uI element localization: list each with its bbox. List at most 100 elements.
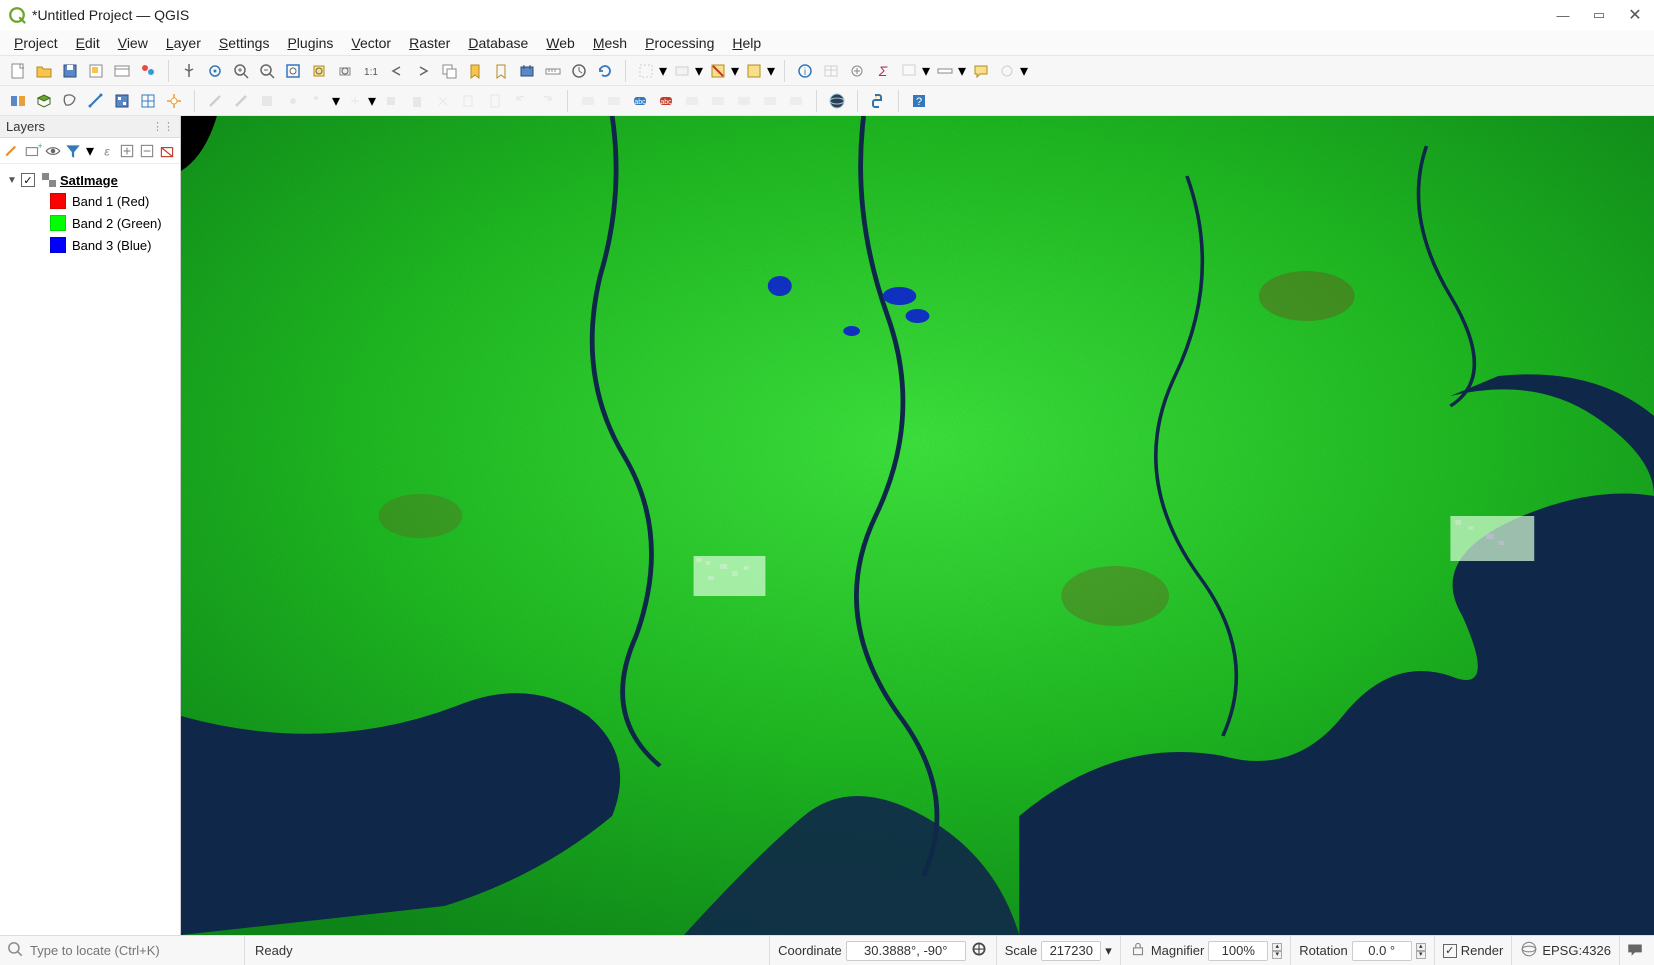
- remove-layer-icon[interactable]: [158, 142, 176, 160]
- band-row[interactable]: Band 2 (Green): [6, 212, 176, 234]
- menu-project[interactable]: Project: [6, 33, 66, 53]
- expression-filter-icon[interactable]: ε: [98, 142, 116, 160]
- band-row[interactable]: Band 3 (Blue): [6, 234, 176, 256]
- select-features-dropdown[interactable]: ▾: [658, 59, 668, 83]
- band-row[interactable]: Band 1 (Red): [6, 190, 176, 212]
- select-by-value-button[interactable]: [670, 59, 694, 83]
- rotation-value[interactable]: 0.0 °: [1352, 941, 1412, 961]
- maximize-button[interactable]: ▭: [1592, 8, 1606, 22]
- new-bookmark-button[interactable]: [463, 59, 487, 83]
- deselect-button[interactable]: [706, 59, 730, 83]
- labeling-rules-button[interactable]: abc: [654, 89, 678, 113]
- map-tips-dropdown[interactable]: ▾: [921, 59, 931, 83]
- new-print-layout-button[interactable]: [84, 59, 108, 83]
- toggle-extents-icon[interactable]: [970, 940, 988, 961]
- expand-all-icon[interactable]: [118, 142, 136, 160]
- minimize-button[interactable]: —: [1556, 8, 1570, 22]
- new-gps-button[interactable]: [162, 89, 186, 113]
- open-attribute-table-button[interactable]: [819, 59, 843, 83]
- filter-legend-icon[interactable]: [64, 142, 82, 160]
- measure-line-button[interactable]: [933, 59, 957, 83]
- statistics-button[interactable]: Σ: [871, 59, 895, 83]
- select-all-dropdown[interactable]: ▾: [766, 59, 776, 83]
- crs-label[interactable]: EPSG:4326: [1542, 943, 1611, 958]
- help-button[interactable]: ?: [907, 89, 931, 113]
- python-console-button[interactable]: [866, 89, 890, 113]
- measure-button[interactable]: [541, 59, 565, 83]
- select-features-button[interactable]: [634, 59, 658, 83]
- rotation-up-button[interactable]: ▴: [1416, 943, 1426, 951]
- metasearch-button[interactable]: [825, 89, 849, 113]
- new-shapefile-button[interactable]: [58, 89, 82, 113]
- map-tips-button[interactable]: [897, 59, 921, 83]
- annotation-button[interactable]: [995, 59, 1019, 83]
- new-virtual-layer-button[interactable]: [110, 89, 134, 113]
- pan-button[interactable]: [177, 59, 201, 83]
- menu-processing[interactable]: Processing: [637, 33, 722, 53]
- magnifier-up-button[interactable]: ▴: [1272, 943, 1282, 951]
- crs-icon[interactable]: [1520, 940, 1538, 961]
- refresh-button[interactable]: [593, 59, 617, 83]
- zoom-in-button[interactable]: [229, 59, 253, 83]
- pan-to-selection-button[interactable]: [203, 59, 227, 83]
- scale-dropdown-icon[interactable]: ▾: [1105, 943, 1112, 959]
- open-project-button[interactable]: [32, 59, 56, 83]
- close-button[interactable]: ✕: [1628, 8, 1642, 22]
- zoom-native-button[interactable]: 1:1: [359, 59, 383, 83]
- layer-visibility-checkbox[interactable]: ✓: [21, 173, 35, 187]
- filter-legend-caret-icon[interactable]: ▾: [84, 142, 96, 160]
- new-project-button[interactable]: [6, 59, 30, 83]
- temporal-controller-button[interactable]: [515, 59, 539, 83]
- menu-settings[interactable]: Settings: [211, 33, 278, 53]
- locator-input[interactable]: [30, 943, 238, 958]
- select-all-button[interactable]: [742, 59, 766, 83]
- deselect-dropdown[interactable]: ▾: [730, 59, 740, 83]
- menu-help[interactable]: Help: [724, 33, 769, 53]
- collapse-icon[interactable]: ▼: [6, 175, 18, 186]
- menu-layer[interactable]: Layer: [158, 33, 209, 53]
- measure-line-dropdown[interactable]: ▾: [957, 59, 967, 83]
- zoom-out-button[interactable]: [255, 59, 279, 83]
- render-checkbox[interactable]: ✓: [1443, 944, 1457, 958]
- manage-visibility-icon[interactable]: [44, 142, 62, 160]
- layers-panel-undock-icon[interactable]: ⋮⋮: [152, 120, 174, 133]
- style-manager-button[interactable]: [136, 59, 160, 83]
- scale-value[interactable]: 217230: [1041, 941, 1101, 961]
- menu-vector[interactable]: Vector: [343, 33, 399, 53]
- map-canvas[interactable]: [181, 116, 1654, 935]
- menu-view[interactable]: View: [110, 33, 156, 53]
- rotation-down-button[interactable]: ▾: [1416, 951, 1426, 959]
- zoom-full-button[interactable]: [281, 59, 305, 83]
- lock-icon[interactable]: [1129, 940, 1147, 961]
- menu-edit[interactable]: Edit: [68, 33, 108, 53]
- add-group-icon[interactable]: +: [24, 142, 42, 160]
- menu-plugins[interactable]: Plugins: [279, 33, 341, 53]
- annotation-dropdown[interactable]: ▾: [1019, 59, 1029, 83]
- zoom-last-button[interactable]: [385, 59, 409, 83]
- new-map-view-button[interactable]: [437, 59, 461, 83]
- zoom-next-button[interactable]: [411, 59, 435, 83]
- magnifier-value[interactable]: 100%: [1208, 941, 1268, 961]
- menu-web[interactable]: Web: [538, 33, 583, 53]
- layer-satimage[interactable]: ▼ ✓ SatImage: [6, 170, 176, 190]
- menu-mesh[interactable]: Mesh: [585, 33, 635, 53]
- magnifier-down-button[interactable]: ▾: [1272, 951, 1282, 959]
- collapse-all-icon[interactable]: [138, 142, 156, 160]
- messages-icon[interactable]: [1626, 940, 1644, 961]
- coordinate-value[interactable]: 30.3888°, -90°: [846, 941, 966, 961]
- new-spatialite-button[interactable]: [84, 89, 108, 113]
- new-mesh-button[interactable]: [136, 89, 160, 113]
- data-source-manager-button[interactable]: [6, 89, 30, 113]
- identify-button[interactable]: i: [793, 59, 817, 83]
- show-bookmarks-button[interactable]: [489, 59, 513, 83]
- new-geopackage-button[interactable]: [32, 89, 56, 113]
- zoom-to-selection-button[interactable]: [307, 59, 331, 83]
- menu-raster[interactable]: Raster: [401, 33, 458, 53]
- save-project-button[interactable]: [58, 59, 82, 83]
- labeling-single-button[interactable]: abc: [628, 89, 652, 113]
- text-annotation-button[interactable]: [969, 59, 993, 83]
- layer-style-icon[interactable]: [4, 142, 22, 160]
- select-by-value-dropdown[interactable]: ▾: [694, 59, 704, 83]
- zoom-to-layer-button[interactable]: [333, 59, 357, 83]
- layout-manager-button[interactable]: [110, 59, 134, 83]
